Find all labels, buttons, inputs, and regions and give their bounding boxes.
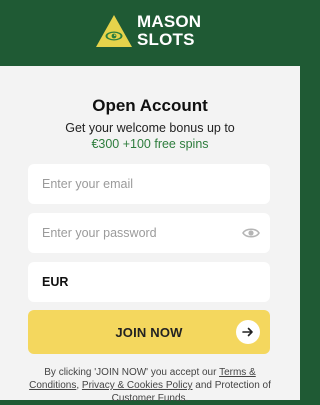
pyramid-eye-icon: [96, 15, 132, 47]
join-now-button[interactable]: JOIN NOW: [28, 310, 270, 354]
password-field[interactable]: Enter your password: [28, 213, 270, 253]
email-placeholder: Enter your email: [42, 177, 134, 191]
bonus-text: €300 +100 free spins: [91, 137, 209, 151]
form-title: Open Account: [92, 96, 208, 115]
privacy-link[interactable]: Privacy & Cookies Policy: [82, 380, 193, 391]
currency-select[interactable]: EUR: [28, 262, 270, 302]
email-field[interactable]: Enter your email: [28, 164, 270, 204]
brand-header: MASON SLOTS: [0, 0, 300, 64]
terms-text: By clicking 'JOIN NOW' you accept our Te…: [20, 366, 280, 405]
form-subtitle: Get your welcome bonus up to €300 +100 f…: [0, 120, 300, 152]
terms-prefix: By clicking 'JOIN NOW' you accept our: [44, 367, 220, 378]
brand-name-line1: MASON: [137, 12, 202, 31]
eye-icon[interactable]: [242, 225, 260, 241]
currency-value: EUR: [42, 275, 69, 289]
subtitle-text: Get your welcome bonus up to: [65, 121, 235, 135]
join-now-label: JOIN NOW: [115, 324, 183, 340]
password-placeholder: Enter your password: [42, 226, 157, 240]
brand-name: MASON SLOTS: [137, 13, 201, 49]
brand-name-line2: SLOTS: [137, 30, 195, 49]
arrow-right-icon: [236, 320, 260, 344]
